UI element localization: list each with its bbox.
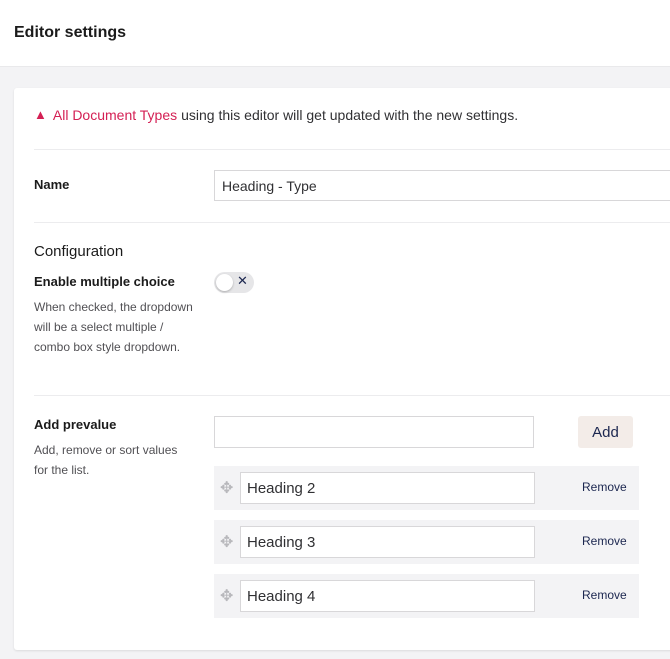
toggle-knob: [216, 274, 233, 291]
add-button[interactable]: Add: [578, 416, 633, 448]
multiple-choice-label: Enable multiple choice: [34, 274, 175, 289]
remove-button[interactable]: Remove: [582, 534, 627, 548]
page-title: Editor settings: [14, 24, 127, 41]
editor-settings-header: Editor settings: [0, 0, 670, 67]
settings-panel: ▲ All Document Types using this editor w…: [14, 88, 670, 650]
warning-message: ▲ All Document Types using this editor w…: [34, 106, 519, 124]
prevalue-row: ✥ Heading 3 Remove: [214, 520, 639, 564]
drag-handle-icon[interactable]: ✥: [220, 532, 233, 552]
warning-icon: ▲: [34, 106, 47, 122]
remove-button[interactable]: Remove: [582, 480, 627, 494]
prevalue-input[interactable]: Heading 2: [240, 472, 535, 504]
name-input[interactable]: Heading - Type: [214, 170, 670, 201]
drag-handle-icon[interactable]: ✥: [220, 478, 233, 498]
configuration-title: Configuration: [34, 243, 124, 260]
divider: [34, 395, 670, 396]
prevalue-row: ✥ Heading 4 Remove: [214, 574, 639, 618]
name-label: Name: [34, 177, 70, 192]
divider: [34, 222, 670, 223]
document-types-link[interactable]: All Document Types: [53, 107, 177, 123]
prevalue-row: ✥ Heading 2 Remove: [214, 466, 639, 510]
prevalue-input[interactable]: Heading 4: [240, 580, 535, 612]
multiple-choice-description: When checked, the dropdown will be a sel…: [34, 300, 193, 354]
add-prevalue-label: Add prevalue: [34, 417, 117, 432]
remove-button[interactable]: Remove: [582, 588, 627, 602]
prevalue-input[interactable]: Heading 3: [240, 526, 535, 558]
add-prevalue-description: Add, remove or sort values for the list.: [34, 443, 178, 477]
multiple-choice-toggle[interactable]: ✕: [214, 272, 254, 293]
warning-text: using this editor will get updated with …: [181, 107, 519, 123]
close-icon: ✕: [237, 273, 248, 288]
new-prevalue-input[interactable]: [214, 416, 534, 448]
drag-handle-icon[interactable]: ✥: [220, 586, 233, 606]
divider: [34, 149, 670, 150]
